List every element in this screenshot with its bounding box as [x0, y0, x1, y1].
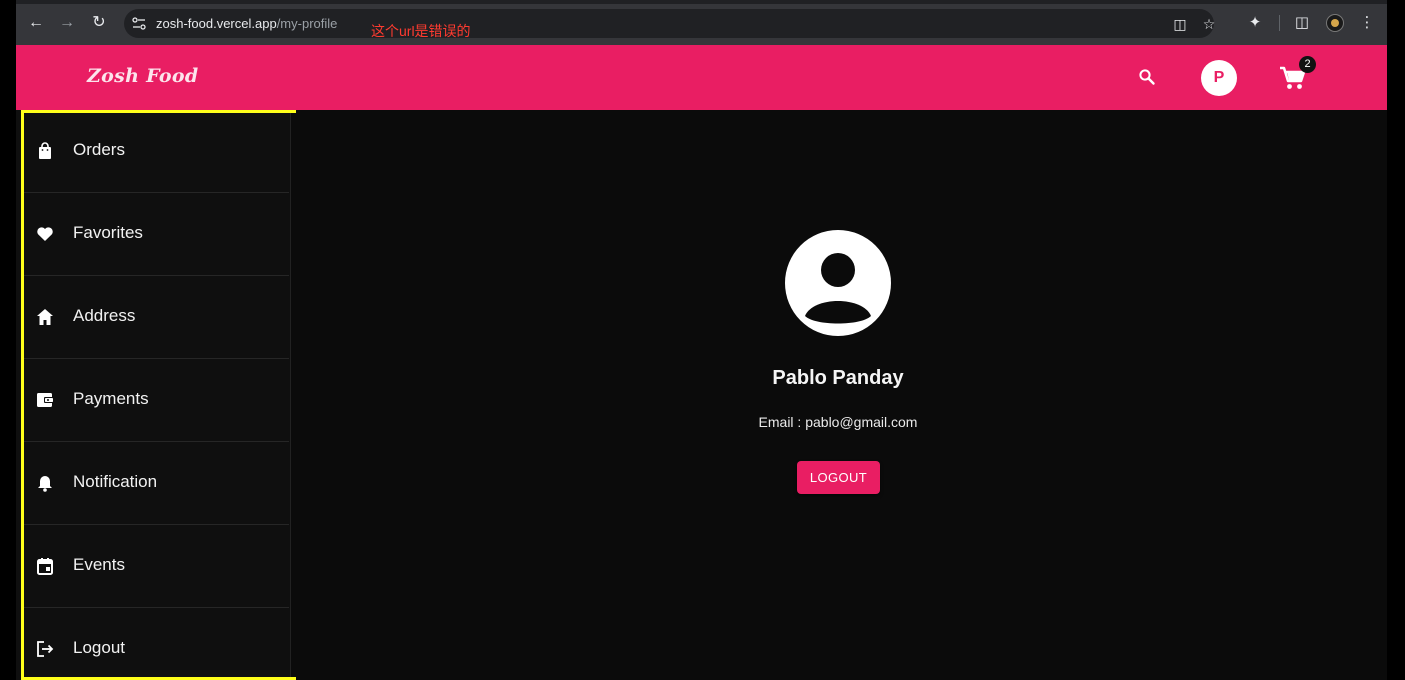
browser-toolbar: ← → ↻ zosh-food.vercel.app/my-profile ◫ …	[16, 0, 1387, 45]
wallet-icon	[37, 393, 54, 407]
profile-email: Email : pablo@gmail.com	[758, 414, 918, 430]
profile-content: Pablo Panday Email : pablo@gmail.com LOG…	[296, 110, 1387, 680]
bookmark-star-icon[interactable]: ☆	[1200, 15, 1218, 33]
url-host: zosh-food.vercel.app	[156, 16, 277, 31]
logout-icon	[37, 641, 54, 657]
logout-button[interactable]: LOGOUT	[797, 461, 880, 494]
install-app-icon[interactable]: ◫	[1171, 15, 1189, 33]
address-bar[interactable]: zosh-food.vercel.app/my-profile ◫ ☆	[124, 9, 1215, 38]
shopping-bag-icon	[39, 142, 51, 159]
browser-menu-icon[interactable]: ⋮	[1357, 13, 1377, 33]
bell-icon	[38, 476, 52, 492]
sidebar-item-address[interactable]: Address	[24, 276, 289, 359]
site-info-icon[interactable]	[132, 17, 146, 30]
browser-profile-icon[interactable]	[1326, 14, 1344, 32]
side-panel-icon[interactable]: ◫	[1292, 13, 1312, 33]
sidebar-item-orders[interactable]: Orders	[24, 110, 289, 193]
profile-name: Pablo Panday	[772, 367, 904, 389]
sidebar-item-label: Address	[73, 306, 136, 325]
home-icon	[37, 309, 53, 325]
url-path: /my-profile	[276, 16, 338, 31]
sidebar-item-label: Notification	[73, 472, 158, 491]
sidebar-item-events[interactable]: Events	[24, 525, 289, 608]
cart-count-badge: 2	[1299, 56, 1316, 73]
app-header: Zosh Food P 2	[16, 45, 1387, 110]
brand-logo[interactable]: Zosh Food	[87, 65, 198, 87]
sidebar-item-label: Logout	[73, 638, 125, 657]
url-text: zosh-food.vercel.app/my-profile	[156, 16, 337, 31]
sidebar-item-label: Payments	[73, 389, 149, 408]
sidebar-item-notification[interactable]: Notification	[24, 442, 289, 525]
app-window: ← → ↻ zosh-food.vercel.app/my-profile ◫ …	[16, 0, 1387, 680]
sidebar-item-logout[interactable]: Logout	[24, 608, 289, 680]
sidebar-item-favorites[interactable]: Favorites	[24, 193, 289, 276]
extensions-icon[interactable]: ✦	[1245, 13, 1265, 33]
user-avatar-button[interactable]: P	[1201, 60, 1237, 96]
tab-strip	[16, 0, 1387, 4]
sidebar-item-label: Favorites	[73, 223, 143, 242]
search-icon[interactable]	[1138, 68, 1156, 86]
annotation-note: 这个url是错误的	[371, 23, 471, 39]
forward-icon[interactable]: →	[56, 12, 78, 34]
sidebar-item-label: Events	[73, 555, 125, 574]
sidebar-item-label: Orders	[73, 140, 125, 159]
reload-icon[interactable]: ↻	[88, 12, 110, 34]
back-icon[interactable]: ←	[25, 12, 47, 34]
calendar-icon	[37, 558, 53, 575]
account-circle-icon	[785, 230, 891, 336]
sidebar-item-payments[interactable]: Payments	[24, 359, 289, 442]
heart-icon	[37, 227, 53, 241]
toolbar-divider	[1279, 15, 1280, 31]
profile-sidebar: Orders Favorites Address Payments Notifi…	[16, 110, 291, 680]
